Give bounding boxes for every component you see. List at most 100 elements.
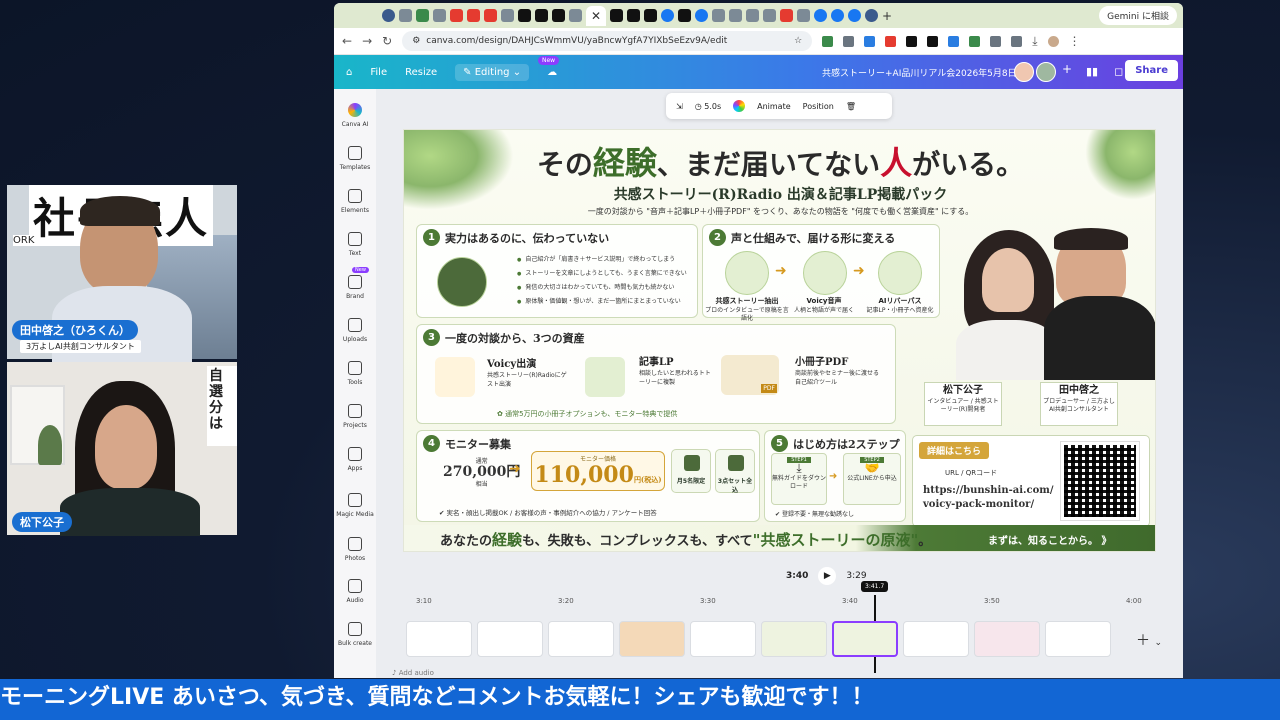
tab-favicon[interactable] [501, 9, 514, 22]
add-page-button[interactable]: ＋ ⌄ [1136, 630, 1162, 650]
comment-icon[interactable]: ◻ [1114, 65, 1123, 78]
site-info-icon[interactable]: ⚙ [412, 36, 420, 46]
tab-favicon[interactable] [535, 9, 548, 22]
chevron-down-icon[interactable]: ⌄ [1154, 638, 1162, 648]
tab-favicon[interactable] [610, 9, 623, 22]
tab-favicon[interactable] [678, 9, 691, 22]
sidebar-item-text[interactable]: Text [334, 232, 376, 257]
tab-favicon[interactable] [695, 9, 708, 22]
sidepanel-icon[interactable] [1011, 35, 1023, 47]
extension-icon[interactable] [822, 35, 834, 47]
tab-favicon[interactable] [552, 9, 565, 22]
extension-icon[interactable] [906, 35, 918, 47]
sidebar-item-tools[interactable]: Tools [334, 361, 376, 386]
sidebar-item-templates[interactable]: Templates [334, 146, 376, 171]
tab-favicon[interactable] [729, 9, 742, 22]
menu-dots-icon[interactable]: ⋮ [1069, 34, 1081, 48]
tab-favicon[interactable] [644, 9, 657, 22]
share-button[interactable]: Share [1125, 60, 1178, 81]
cloud-save-icon[interactable]: ☁ [547, 67, 557, 78]
add-collaborator-icon[interactable]: + [1062, 62, 1072, 82]
play-button[interactable]: ▶ [818, 567, 837, 585]
duration-button[interactable]: ◷ 5.0s [695, 102, 721, 111]
gemini-button[interactable]: Gemini に相談 [1099, 6, 1177, 25]
tab-favicon[interactable] [831, 9, 844, 22]
tab-favicon[interactable] [797, 9, 810, 22]
tab-favicon[interactable] [399, 9, 412, 22]
extension-icon[interactable] [948, 35, 960, 47]
color-wheel-icon[interactable] [733, 100, 746, 112]
back-icon[interactable]: ← [342, 34, 352, 48]
bookmark-star-icon[interactable]: ☆ [794, 36, 802, 46]
page-thumbnail[interactable] [548, 621, 614, 657]
profile-avatar-icon[interactable] [1047, 35, 1059, 47]
detail-badge: 詳細はこちら [919, 442, 990, 459]
tab-favicon[interactable] [450, 9, 463, 22]
tab-favicon[interactable] [814, 9, 827, 22]
tab-favicon[interactable] [518, 9, 531, 22]
page-thumbnail[interactable] [974, 621, 1040, 657]
avatar[interactable] [1036, 62, 1056, 82]
extension-icon[interactable] [843, 35, 855, 47]
url-field[interactable]: ⚙ canva.com/design/DAHJCsWmmVU/yaBncwYgf… [402, 31, 813, 51]
extensions-puzzle-icon[interactable] [990, 35, 1002, 47]
sidebar-item-magic-media[interactable]: Magic Media [334, 493, 376, 518]
extension-icon[interactable] [885, 35, 897, 47]
slide-canvas[interactable]: その経験、まだ届いてない人がいる。 共感ストーリー(R)Radio 出演＆記事L… [403, 129, 1156, 552]
new-tab-plus-icon[interactable]: + [882, 9, 892, 23]
file-menu[interactable]: File [370, 67, 387, 78]
tab-favicon[interactable] [627, 9, 640, 22]
tab-favicon[interactable] [484, 9, 497, 22]
insights-chart-icon[interactable]: ▮▮ [1086, 65, 1098, 78]
resize-menu[interactable]: Resize [405, 67, 437, 78]
sidebar-item-projects[interactable]: Projects [334, 404, 376, 429]
reload-icon[interactable]: ↻ [382, 34, 392, 48]
extension-icon[interactable] [927, 35, 939, 47]
editing-mode-dropdown[interactable]: ✎ Editing ⌄ [455, 63, 530, 81]
sidebar-item-photos[interactable]: Photos [334, 537, 376, 562]
tab-favicon[interactable] [780, 9, 793, 22]
position-button[interactable]: Position [803, 102, 834, 111]
tab-favicon[interactable] [467, 9, 480, 22]
sidebar-item-elements[interactable]: Elements [334, 189, 376, 214]
split-icon[interactable]: ⇲ [676, 102, 683, 111]
collaborator-avatars[interactable]: + [1014, 62, 1072, 82]
download-icon[interactable]: ⤓ [1032, 34, 1037, 49]
tab-favicon[interactable] [763, 9, 776, 22]
tab-favicon[interactable] [416, 9, 429, 22]
page-thumbnail[interactable] [761, 621, 827, 657]
page-thumbnail[interactable] [406, 621, 472, 657]
tab-favicon[interactable] [382, 9, 395, 22]
tab-favicon[interactable] [865, 9, 878, 22]
timeline-ruler[interactable]: 3:10 3:20 3:30 3:40 3:50 4:00 [376, 595, 1183, 609]
page-thumbnail[interactable] [690, 621, 756, 657]
document-title[interactable]: 共感ストーリー+AI品川リアル会2026年5月8日 [822, 66, 1017, 79]
tab-favicon[interactable] [848, 9, 861, 22]
sidebar-item-uploads[interactable]: Uploads [334, 318, 376, 343]
sidebar-item-canva-ai[interactable]: Canva AI [334, 103, 376, 128]
scrub-time-tooltip: 3:41.7 [861, 581, 889, 592]
tab-favicon[interactable] [746, 9, 759, 22]
page-thumbnail[interactable] [619, 621, 685, 657]
sidebar-item-bulk-create[interactable]: Bulk create [334, 622, 376, 647]
tab-favicon[interactable] [569, 9, 582, 22]
page-thumbnail-selected[interactable] [832, 621, 898, 657]
page-thumbnail[interactable] [477, 621, 543, 657]
sidebar-item-brand[interactable]: New Brand [334, 267, 376, 300]
avatar[interactable] [1014, 62, 1034, 82]
forward-icon[interactable]: → [362, 34, 372, 48]
page-thumbnail[interactable] [903, 621, 969, 657]
home-icon[interactable]: ⌂ [346, 67, 352, 78]
page-thumbnail[interactable] [1045, 621, 1111, 657]
sidebar-item-audio[interactable]: Audio [334, 579, 376, 604]
extension-icon[interactable] [969, 35, 981, 47]
animate-button[interactable]: Animate [757, 102, 791, 111]
tab-favicon[interactable] [712, 9, 725, 22]
tab-favicon[interactable] [661, 9, 674, 22]
active-tab-close-icon[interactable]: ✕ [586, 5, 606, 26]
sidebar-item-apps[interactable]: Apps [334, 447, 376, 472]
delete-icon[interactable]: 🗑 [846, 102, 856, 111]
add-audio-button[interactable]: ♪ Add audio [392, 669, 434, 677]
extension-icon[interactable] [864, 35, 876, 47]
tab-favicon[interactable] [433, 9, 446, 22]
